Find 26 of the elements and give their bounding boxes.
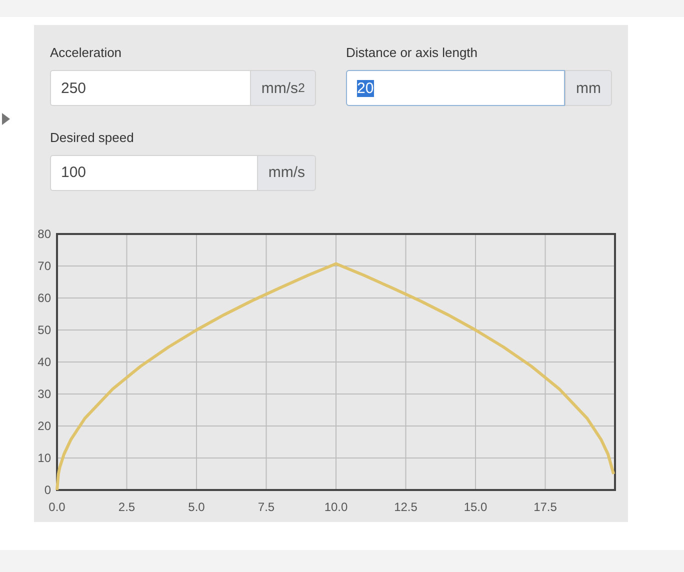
tick-label: 70 bbox=[38, 259, 51, 273]
tick-label: 10 bbox=[38, 451, 51, 465]
input-field[interactable]: 20 bbox=[346, 70, 565, 106]
unit-label: mm/s bbox=[257, 154, 316, 190]
tick-label: 60 bbox=[38, 291, 51, 305]
tick-label: 12.5 bbox=[394, 500, 418, 514]
tick-label: 2.5 bbox=[118, 500, 136, 514]
input-field[interactable]: 250 bbox=[50, 70, 250, 106]
tick-label: 15.0 bbox=[464, 500, 488, 514]
tick-label: 0 bbox=[44, 483, 51, 497]
input-field[interactable]: 100 bbox=[50, 154, 258, 190]
field-label: Acceleration bbox=[50, 45, 123, 60]
field-label: Distance or axis length bbox=[346, 45, 479, 60]
tick-label: 30 bbox=[38, 387, 51, 401]
tick-label: 5.0 bbox=[188, 500, 205, 514]
tick-label: 0.0 bbox=[48, 500, 66, 514]
expand-arrow-icon[interactable] bbox=[2, 113, 10, 125]
tick-label: 17.5 bbox=[534, 500, 557, 514]
tick-label: 20 bbox=[38, 419, 51, 433]
tick-label: 50 bbox=[38, 323, 51, 337]
tick-label: 7.5 bbox=[258, 500, 275, 514]
tick-label: 40 bbox=[38, 355, 51, 369]
tick-label: 80 bbox=[38, 227, 51, 241]
tick-label: 10.0 bbox=[324, 500, 348, 514]
field-label: Desired speed bbox=[50, 130, 135, 144]
unit-label: mm bbox=[565, 70, 612, 106]
